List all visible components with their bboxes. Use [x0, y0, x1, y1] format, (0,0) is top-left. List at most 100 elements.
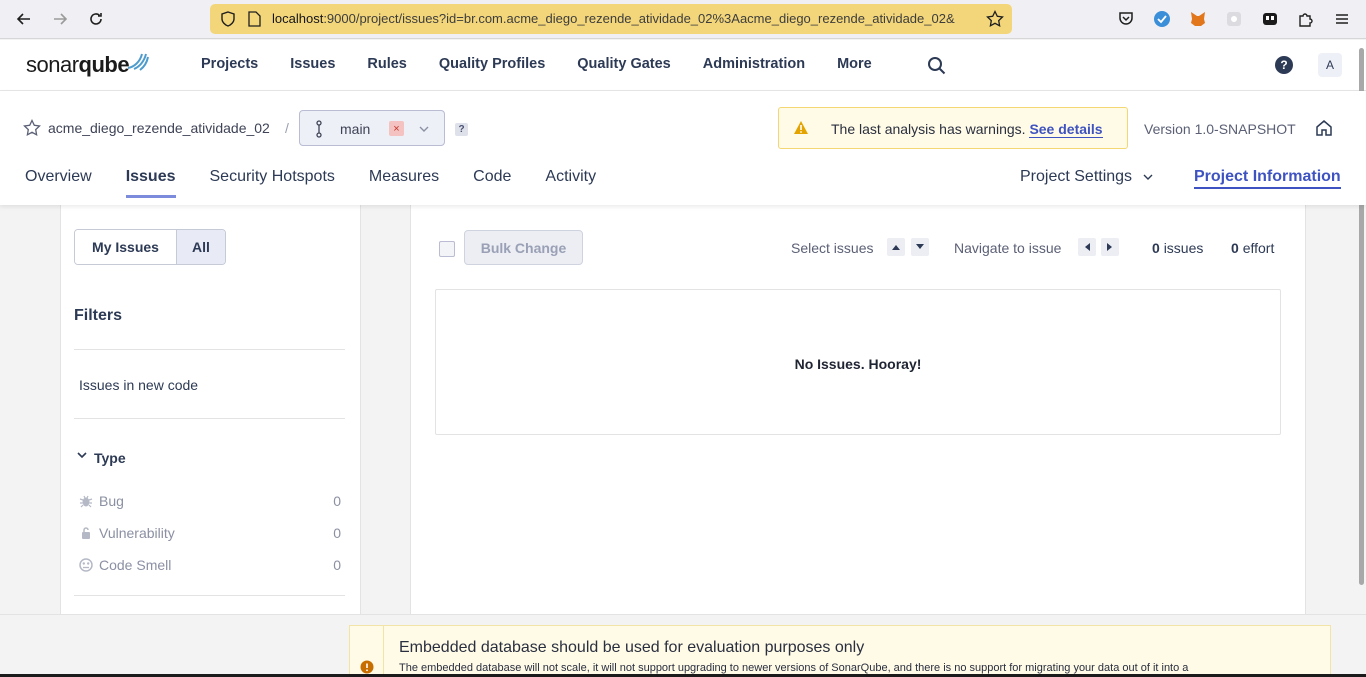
facet-count: 0 — [333, 493, 341, 509]
main-nav: Projects Issues Rules Quality Profiles Q… — [201, 56, 904, 72]
effort-count: 0 effort — [1231, 240, 1275, 256]
facet-label: Vulnerability — [99, 525, 175, 541]
address-bar[interactable]: localhost:9000/project/issues?id=br.com.… — [210, 4, 1012, 34]
db-warning-text: The embedded database will not scale, it… — [399, 662, 1189, 674]
home-icon[interactable] — [1315, 119, 1333, 142]
shield-icon[interactable] — [218, 9, 238, 29]
back-button[interactable] — [11, 7, 37, 31]
issues-count: 0 issues — [1152, 240, 1204, 256]
facet-count: 0 — [333, 557, 341, 573]
bug-icon — [79, 495, 93, 508]
exclamation-circle-icon — [360, 660, 374, 674]
filters-sidebar: My Issues All Filters Issues in new code… — [60, 205, 361, 615]
arrow-up-icon[interactable] — [887, 238, 905, 256]
warning-side — [350, 626, 384, 677]
forward-button[interactable] — [47, 7, 73, 31]
divider — [74, 349, 345, 350]
metamask-fox-icon[interactable] — [1188, 9, 1208, 29]
footer: Embedded database should be used for eva… — [0, 614, 1366, 677]
chevron-down-icon — [1143, 174, 1153, 180]
branch-selector[interactable]: main × — [299, 110, 445, 146]
my-issues-button[interactable]: My Issues — [75, 230, 176, 264]
extensions-puzzle-icon[interactable] — [1296, 9, 1316, 29]
facet-code-smell[interactable]: Code Smell 0 — [79, 556, 341, 576]
code-smell-icon — [79, 558, 93, 572]
tab-overview[interactable]: Overview — [25, 168, 92, 196]
nav-quality-gates[interactable]: Quality Gates — [577, 56, 670, 72]
analysis-warning: The last analysis has warnings. See deta… — [778, 107, 1128, 149]
logo-text-light: sonar — [26, 52, 79, 77]
project-tabs: Overview Issues Security Hotspots Measur… — [25, 168, 630, 198]
bulk-change-button[interactable]: Bulk Change — [464, 230, 583, 265]
branch-help-icon[interactable]: ? — [455, 123, 468, 136]
facet-vulnerability[interactable]: Vulnerability 0 — [79, 524, 341, 544]
extension-dark-icon[interactable] — [1260, 9, 1280, 29]
facet-label: Bug — [99, 493, 124, 509]
branch-warning-badge: × — [389, 121, 404, 136]
type-facet-title[interactable]: Type — [94, 450, 126, 466]
facet-bug[interactable]: Bug 0 — [79, 492, 341, 512]
arrow-down-icon[interactable] — [911, 238, 929, 256]
see-details-link[interactable]: See details — [1029, 121, 1103, 138]
nav-quality-profiles[interactable]: Quality Profiles — [439, 56, 545, 72]
chevron-down-icon — [419, 126, 429, 132]
facet-label: Code Smell — [99, 557, 172, 573]
global-navigation: sonarqube Projects Issues Rules Quality … — [0, 40, 1366, 91]
project-header: acme_diego_rezende_atividade_02 / main ×… — [0, 91, 1366, 205]
divider — [74, 418, 345, 419]
db-warning-title: Embedded database should be used for eva… — [399, 639, 865, 656]
tab-issues[interactable]: Issues — [125, 168, 176, 198]
project-name[interactable]: acme_diego_rezende_atividade_02 — [48, 120, 270, 136]
issues-in-new-code-filter[interactable]: Issues in new code — [79, 377, 198, 393]
nav-rules[interactable]: Rules — [367, 56, 407, 72]
issues-panel: Bulk Change Select issues Navigate to is… — [410, 205, 1306, 615]
logo-waves-icon — [127, 53, 149, 71]
nav-administration[interactable]: Administration — [703, 56, 805, 72]
tab-activity[interactable]: Activity — [545, 168, 596, 196]
avatar[interactable]: A — [1318, 53, 1342, 77]
facet-count: 0 — [333, 525, 341, 541]
bookmark-star-icon[interactable] — [985, 9, 1005, 29]
branch-icon — [316, 120, 322, 138]
project-version: Version 1.0-SNAPSHOT — [1144, 121, 1296, 137]
search-icon[interactable] — [926, 55, 946, 75]
empty-message: No Issues. Hooray! — [794, 356, 922, 372]
filters-title: Filters — [74, 307, 123, 324]
embedded-db-warning: Embedded database should be used for eva… — [349, 625, 1331, 677]
tab-measures[interactable]: Measures — [369, 168, 439, 196]
navigate-to-issue-label: Navigate to issue — [954, 240, 1062, 256]
extension-puzzle-gray-icon[interactable] — [1224, 9, 1244, 29]
sonarqube-logo[interactable]: sonarqube — [26, 52, 149, 78]
favorite-star-icon[interactable] — [23, 118, 41, 142]
reload-button[interactable] — [83, 7, 109, 31]
nav-issues[interactable]: Issues — [290, 56, 335, 72]
project-information-link[interactable]: Project Information — [1194, 168, 1341, 189]
help-icon[interactable]: ? — [1275, 56, 1293, 74]
extension-bird-icon[interactable] — [1152, 9, 1172, 29]
issues-scope-toggle: My Issues All — [74, 229, 226, 265]
browser-toolbar: localhost:9000/project/issues?id=br.com.… — [0, 0, 1366, 39]
project-settings-menu[interactable]: Project Settings — [1020, 168, 1153, 186]
menu-hamburger-icon[interactable] — [1332, 9, 1352, 29]
issues-list-empty: No Issues. Hooray! — [435, 289, 1281, 435]
page-icon[interactable] — [244, 9, 264, 29]
chevron-down-icon[interactable] — [77, 451, 87, 459]
nav-projects[interactable]: Projects — [201, 56, 258, 72]
divider — [74, 595, 345, 596]
arrow-right-icon[interactable] — [1101, 238, 1119, 256]
warning-text: The last analysis has warnings. See deta… — [831, 121, 1103, 138]
logo-text-bold: qube — [78, 52, 130, 77]
warning-triangle-icon — [794, 121, 808, 134]
nav-more[interactable]: More — [837, 56, 872, 72]
url-text: localhost:9000/project/issues?id=br.com.… — [272, 11, 955, 26]
breadcrumb-separator: / — [285, 120, 289, 136]
pocket-icon[interactable] — [1116, 9, 1136, 29]
branch-name: main — [340, 121, 371, 137]
arrow-left-icon[interactable] — [1078, 238, 1096, 256]
select-all-checkbox[interactable] — [439, 241, 455, 257]
select-issues-label: Select issues — [791, 240, 874, 256]
all-issues-button[interactable]: All — [176, 230, 225, 264]
tab-code[interactable]: Code — [473, 168, 511, 196]
lock-icon — [82, 527, 90, 539]
tab-security-hotspots[interactable]: Security Hotspots — [210, 168, 335, 196]
